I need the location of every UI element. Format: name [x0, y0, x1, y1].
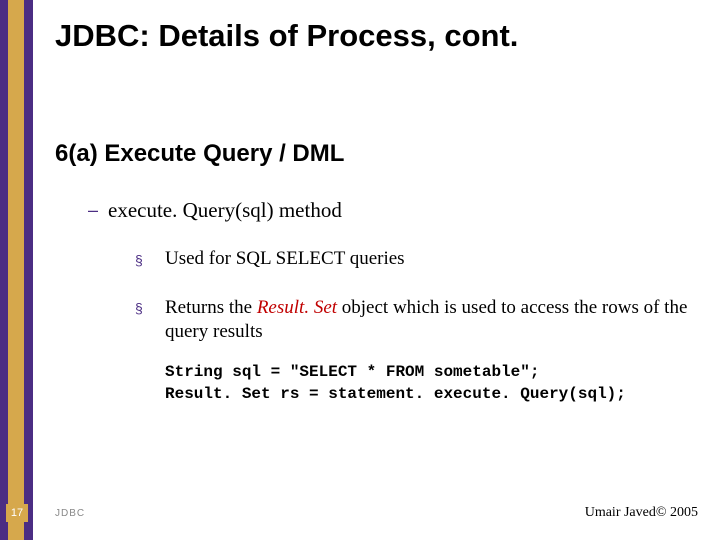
left-accent-bar: [0, 0, 33, 540]
section-heading: 6(a) Execute Query / DML: [55, 140, 344, 168]
dash-bullet: –: [88, 200, 98, 221]
footer-label: JDBC: [55, 508, 85, 519]
list-item: Returns the Result. Set object which is …: [165, 296, 695, 344]
footer-copyright: Umair Javed© 2005: [585, 505, 698, 521]
square-bullet-icon: §: [135, 252, 143, 268]
subheading: execute. Query(sql) method: [108, 198, 342, 223]
square-bullet-icon: §: [135, 300, 143, 316]
code-block: String sql = "SELECT * FROM sometable"; …: [165, 362, 626, 405]
list-item: Used for SQL SELECT queries: [165, 248, 405, 270]
slide-title: JDBC: Details of Process, cont.: [55, 18, 518, 54]
slide-number-badge: 17: [6, 504, 28, 522]
emphasis-text: Result. Set: [257, 297, 337, 318]
slide-number: 17: [11, 507, 23, 519]
text-fragment: Returns the: [165, 297, 257, 318]
left-accent-inner: [8, 0, 24, 540]
